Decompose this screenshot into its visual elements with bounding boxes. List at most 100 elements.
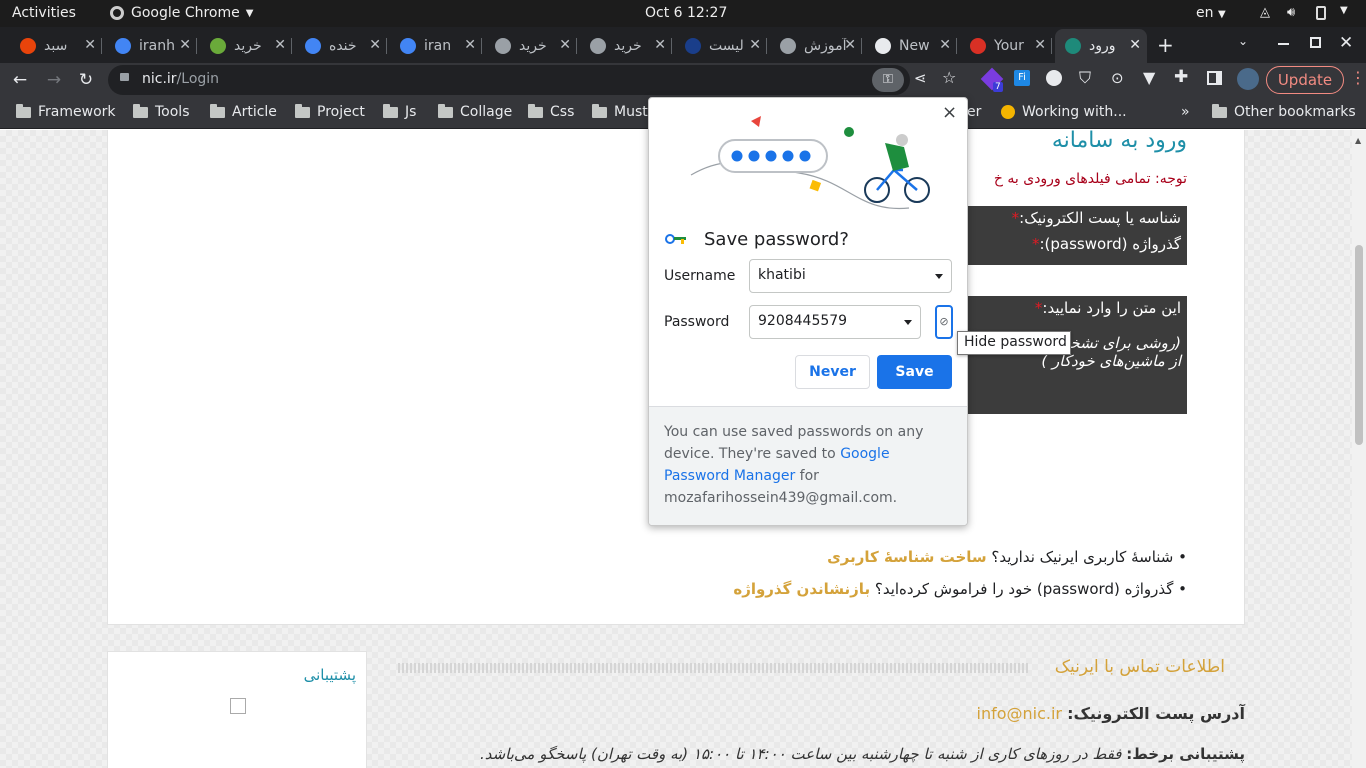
tab-5[interactable]: iran ✕ [390,29,482,63]
tab-2[interactable]: iranh ✕ [105,29,197,63]
contact-title: اطلاعات تماس با ایرنیک [1054,657,1225,677]
folder-icon [592,103,607,118]
vpn-icon[interactable]: ▼ [1143,68,1155,87]
extensions-puzzle-icon[interactable]: ✚ [1174,67,1188,87]
server-icon [590,38,606,54]
server-icon [780,38,796,54]
key-icon[interactable]: ⚿ [872,68,904,92]
bookmark-working-with[interactable]: Working with... [1001,104,1127,120]
share-icon[interactable]: ⋖ [914,69,927,87]
lock-icon[interactable] [120,73,129,81]
update-button[interactable]: Update [1266,66,1344,94]
close-tab-icon[interactable]: ✕ [749,37,761,53]
new-tab-button[interactable]: + [1157,33,1174,57]
app-menu[interactable]: Google Chrome ▼ [110,5,253,21]
forward-button[interactable]: → [42,68,66,92]
minimize-button[interactable] [1278,43,1289,45]
clock[interactable]: Oct 6 12:27 [645,5,727,21]
tab-3[interactable]: خرید ✕ [200,29,292,63]
save-button[interactable]: Save [877,355,952,389]
bookmark-article[interactable]: Article [210,103,277,120]
maximize-button[interactable] [1310,37,1321,48]
username-select[interactable]: khatibi [749,259,952,293]
tab-1[interactable]: سبد ✕ [10,29,102,63]
close-tab-icon[interactable]: ✕ [84,37,96,53]
close-tab-icon[interactable]: ✕ [369,37,381,53]
tab-separator [766,38,767,54]
close-tab-icon[interactable]: ✕ [654,37,666,53]
bookmark-tools[interactable]: Tools [133,103,190,120]
bookmark-framework[interactable]: Framework [16,103,116,120]
bookmark-partial[interactable]: er [967,104,981,120]
list-item: • گذرواژه (password) خود را فراموش کرده‌… [733,580,1187,598]
emoji-icon [1001,105,1015,119]
tab-10[interactable]: New ✕ [865,29,957,63]
tab-separator [861,38,862,54]
tab-7[interactable]: خرید ✕ [580,29,672,63]
username-label: Username [664,268,736,284]
camera-icon[interactable]: ⊙ [1111,69,1124,87]
eye-off-icon[interactable]: ⊘ [935,305,953,339]
close-tab-icon[interactable]: ✕ [559,37,571,53]
battery-icon[interactable] [1316,6,1326,20]
language-indicator[interactable]: en ▼ [1196,5,1226,21]
close-tab-icon[interactable]: ✕ [464,37,476,53]
close-tab-icon[interactable]: ✕ [844,37,856,53]
avatar[interactable] [1237,68,1259,90]
reset-password-link[interactable]: بازنشاندن گذرواژه [733,580,870,598]
menu-icon[interactable]: ⋮ [1350,68,1366,87]
tab-separator [481,38,482,54]
tab-4[interactable]: خنده ✕ [295,29,387,63]
bookmark-label: Tools [155,104,190,120]
bookmark-css[interactable]: Css [528,103,575,120]
google-icon [305,38,321,54]
scroll-up-icon[interactable]: ▲ [1355,136,1361,145]
extension-blue-icon[interactable]: Fi [1014,70,1030,86]
create-account-link[interactable]: ساخت شناسهٔ کاربری [827,548,987,566]
system-menu-caret-icon[interactable]: ▼ [1340,5,1348,16]
shield-icon[interactable]: ⛉ [1079,68,1091,88]
scrollbar[interactable]: ▲ [1352,130,1366,768]
tab-6[interactable]: خرید ✕ [485,29,577,63]
tab-12[interactable]: ورود ✕ [1055,29,1147,63]
bookmark-label: Css [550,104,575,120]
reload-button[interactable]: ↻ [74,68,98,92]
folder-icon [528,103,543,118]
wifi-icon[interactable]: ◬ [1260,5,1270,20]
divider [398,663,1028,673]
close-tab-icon[interactable]: ✕ [1034,37,1046,53]
system-top-bar: Activities Google Chrome ▼ Oct 6 12:27 e… [0,0,1366,27]
activities-button[interactable]: Activities [12,5,76,21]
close-window-button[interactable]: ✕ [1339,33,1353,53]
tab-11[interactable]: Your ✕ [960,29,1052,63]
address-bar[interactable]: nic.ir/Login ⚿ ⋖ ☆ [108,65,956,95]
close-icon[interactable]: × [942,102,957,123]
tab-9[interactable]: آموزش ✕ [770,29,862,63]
bookmark-label: Collage [460,104,513,120]
never-button[interactable]: Never [795,355,870,389]
tab-search-icon[interactable]: ⌄ [1238,34,1248,48]
caret-down-icon: ▼ [245,7,254,19]
close-tab-icon[interactable]: ✕ [939,37,951,53]
side-panel-icon[interactable] [1207,71,1222,85]
bookmark-mustr[interactable]: Mustr [592,103,654,120]
scrollbar-thumb[interactable] [1355,245,1363,445]
email-row: آدرس پست الکترونیک: info@nic.ir [976,704,1246,723]
extension-face-icon[interactable] [1046,70,1062,86]
password-value: 9208445579 [758,313,848,329]
bookmarks-overflow-button[interactable]: » [1181,104,1190,120]
bookmark-project[interactable]: Project [295,103,365,120]
tab-8[interactable]: لیست ✕ [675,29,767,63]
close-tab-icon[interactable]: ✕ [274,37,286,53]
close-tab-icon[interactable]: ✕ [179,37,191,53]
bookmark-star-icon[interactable]: ☆ [942,68,956,87]
close-tab-icon[interactable]: ✕ [1129,37,1141,53]
bookmark-js[interactable]: Js [383,103,416,120]
other-bookmarks[interactable]: Other bookmarks [1212,103,1356,120]
bookmark-collage[interactable]: Collage [438,103,513,120]
password-select[interactable]: 9208445579 [749,305,921,339]
key-icon [665,234,687,244]
back-button[interactable]: ← [8,68,32,92]
email-link[interactable]: info@nic.ir [977,704,1063,723]
volume-icon[interactable]: 🔊︎ [1287,5,1295,20]
